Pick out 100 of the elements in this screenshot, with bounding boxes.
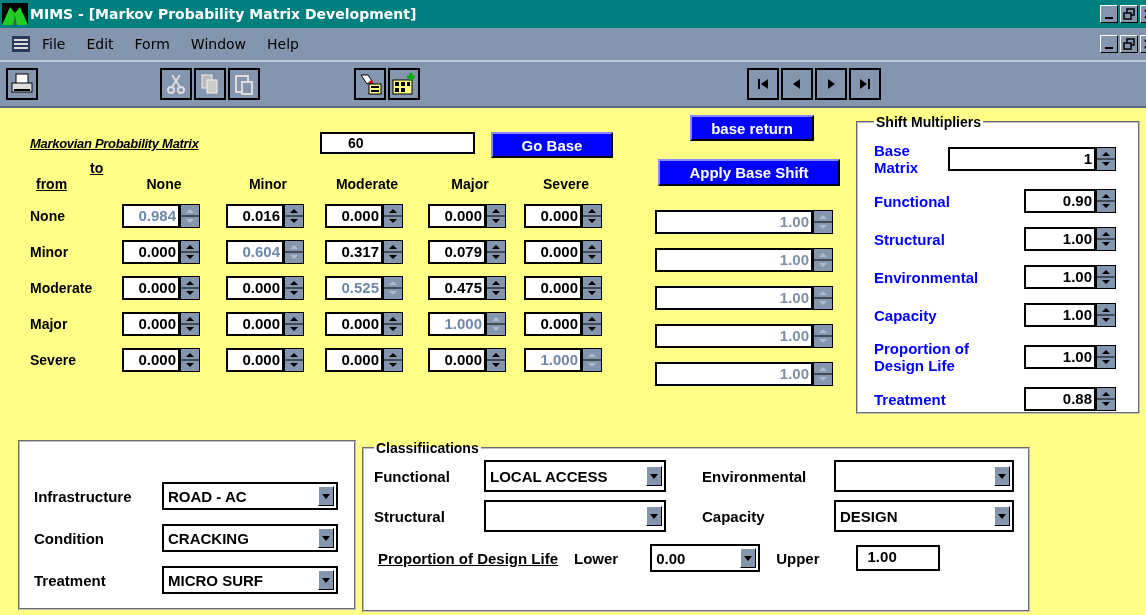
multiplier-field[interactable]: 0.88 <box>1024 387 1096 411</box>
menu-item[interactable]: Window <box>190 36 247 52</box>
spin-buttons[interactable] <box>383 348 403 372</box>
spin-buttons[interactable] <box>284 240 304 264</box>
spin-buttons[interactable] <box>1096 227 1116 251</box>
spin-buttons[interactable] <box>813 286 833 310</box>
document-icon[interactable] <box>12 36 30 52</box>
minimize-button[interactable] <box>1100 5 1118 23</box>
spin-buttons[interactable] <box>284 204 304 228</box>
spin-buttons[interactable] <box>383 276 403 300</box>
spin-buttons[interactable] <box>180 312 200 336</box>
probability-field[interactable]: 0.000 <box>325 312 383 336</box>
spin-buttons[interactable] <box>383 312 403 336</box>
previous-record-icon[interactable] <box>781 68 813 100</box>
menu-item[interactable]: Form <box>134 36 170 52</box>
dropdown[interactable]: CRACKING <box>162 524 338 552</box>
spin-buttons[interactable] <box>486 204 506 228</box>
table-add-icon[interactable] <box>388 68 420 100</box>
dropdown[interactable]: ROAD - AC <box>162 482 338 510</box>
dropdown[interactable]: DESIGN <box>834 500 1014 532</box>
multiplier-field[interactable]: 1.00 <box>1024 303 1096 327</box>
copy-icon[interactable] <box>194 68 226 100</box>
spin-buttons[interactable] <box>813 324 833 348</box>
spin-buttons[interactable] <box>582 276 602 300</box>
probability-field[interactable]: 0.000 <box>226 276 284 300</box>
spin-buttons[interactable] <box>284 348 304 372</box>
spin-buttons[interactable] <box>486 312 506 336</box>
dropdown[interactable]: LOCAL ACCESS <box>484 460 666 492</box>
probability-field[interactable]: 0.000 <box>524 240 582 264</box>
spin-buttons[interactable] <box>1096 387 1116 411</box>
spin-buttons[interactable] <box>486 276 506 300</box>
spin-buttons[interactable] <box>180 240 200 264</box>
spin-buttons[interactable] <box>1096 303 1116 327</box>
minimize-button[interactable] <box>1100 35 1118 53</box>
minimize-icon <box>1105 17 1113 19</box>
spin-buttons[interactable] <box>284 276 304 300</box>
first-record-icon[interactable] <box>747 68 779 100</box>
dropdown[interactable]: MICRO SURF <box>162 566 338 594</box>
probability-field[interactable]: 0.000 <box>428 204 486 228</box>
probability-field[interactable]: 0.000 <box>122 276 180 300</box>
restore-button[interactable] <box>1120 35 1138 53</box>
spin-buttons[interactable] <box>813 362 833 386</box>
printer-icon[interactable] <box>6 68 38 100</box>
multiplier-field[interactable]: 0.90 <box>1024 189 1096 213</box>
spin-buttons[interactable] <box>582 312 602 336</box>
spin-buttons[interactable] <box>284 312 304 336</box>
probability-field[interactable]: 0.000 <box>122 312 180 336</box>
spin-buttons[interactable] <box>1096 147 1116 171</box>
probability-field[interactable]: 0.000 <box>122 240 180 264</box>
probability-field[interactable]: 0.000 <box>226 312 284 336</box>
spin-buttons[interactable] <box>582 240 602 264</box>
spin-buttons[interactable] <box>813 210 833 234</box>
paste-icon[interactable] <box>228 68 260 100</box>
probability-field[interactable]: 0.000 <box>428 348 486 372</box>
probability-field[interactable]: 0.000 <box>524 312 582 336</box>
dropdown[interactable] <box>834 460 1014 492</box>
spin-buttons[interactable] <box>1096 189 1116 213</box>
flashlight-icon[interactable] <box>354 68 386 100</box>
spin-buttons[interactable] <box>813 248 833 272</box>
multiplier-field[interactable]: 1.00 <box>1024 345 1096 369</box>
multiplier-field[interactable]: 1 <box>948 147 1096 171</box>
last-record-icon[interactable] <box>849 68 881 100</box>
spin-buttons[interactable] <box>180 204 200 228</box>
menu-item[interactable]: Edit <box>86 36 114 52</box>
spin-buttons[interactable] <box>180 348 200 372</box>
probability-field[interactable]: 0.000 <box>226 348 284 372</box>
spin-buttons[interactable] <box>486 348 506 372</box>
go-base-button[interactable]: Go Base <box>491 132 613 158</box>
probability-field[interactable]: 0.016 <box>226 204 284 228</box>
dropdown[interactable]: 0.00 <box>650 544 761 572</box>
spin-buttons[interactable] <box>1096 345 1116 369</box>
spin-buttons[interactable] <box>582 348 602 372</box>
cut-icon[interactable] <box>160 68 192 100</box>
probability-field[interactable]: 0.000 <box>524 204 582 228</box>
multiplier-field[interactable]: 1.00 <box>1024 265 1096 289</box>
spin-buttons[interactable] <box>383 240 403 264</box>
restore-button[interactable] <box>1120 5 1138 23</box>
spin-buttons[interactable] <box>1096 265 1116 289</box>
probability-field[interactable]: 0.000 <box>524 276 582 300</box>
base-return-button[interactable]: base return <box>690 115 814 141</box>
spin-buttons[interactable] <box>486 240 506 264</box>
multiplier-field[interactable]: 1.00 <box>1024 227 1096 251</box>
probability-field[interactable]: 0.000 <box>325 204 383 228</box>
probability-field[interactable]: 0.475 <box>428 276 486 300</box>
probability-field[interactable]: 0.079 <box>428 240 486 264</box>
app-icon[interactable] <box>2 3 28 25</box>
probability-field[interactable]: 0.000 <box>325 348 383 372</box>
dropdown[interactable] <box>484 500 666 532</box>
spin-buttons[interactable] <box>180 276 200 300</box>
menu-item[interactable]: File <box>42 36 66 52</box>
upper-field[interactable]: 1.00 <box>855 545 940 571</box>
probability-field[interactable]: 0.317 <box>325 240 383 264</box>
caret-icon <box>649 472 659 480</box>
next-record-icon[interactable] <box>815 68 847 100</box>
apply-base-shift-button[interactable]: Apply Base Shift <box>658 159 840 186</box>
value-field[interactable]: 60 <box>320 132 475 154</box>
menu-item[interactable]: Help <box>267 36 299 52</box>
probability-field[interactable]: 0.000 <box>122 348 180 372</box>
spin-buttons[interactable] <box>582 204 602 228</box>
spin-buttons[interactable] <box>383 204 403 228</box>
